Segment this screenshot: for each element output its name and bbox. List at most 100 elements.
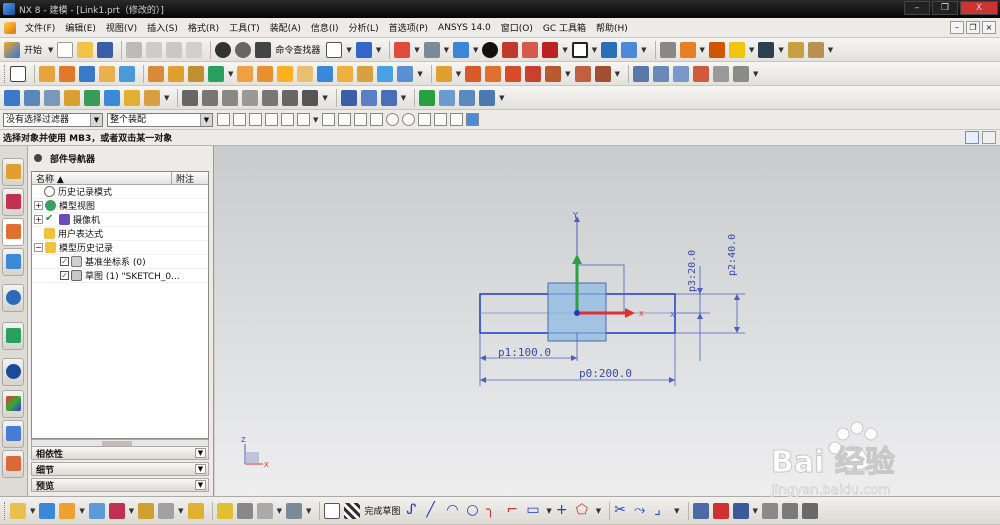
dimension-icon[interactable] [202, 89, 219, 106]
column-name[interactable]: 名称 ▲ [32, 172, 172, 185]
boss-icon[interactable] [168, 65, 184, 82]
redo-icon[interactable] [235, 41, 252, 58]
pmi-icon[interactable] [182, 89, 199, 106]
graphics-window[interactable]: Y X p3:20.0 p2:40.0 X p1:100.0 p0:200.0 … [215, 146, 1000, 496]
trim-body-icon[interactable] [435, 65, 452, 82]
make-corner-icon[interactable]: ⌟ [654, 503, 670, 519]
unite-icon[interactable] [397, 65, 414, 82]
move-component-icon[interactable] [84, 89, 100, 106]
mdi-close-button[interactable]: × [982, 21, 996, 34]
fixture-icon[interactable] [158, 502, 175, 519]
snap-bounded-icon[interactable] [466, 113, 480, 126]
offset-curve-icon[interactable] [692, 502, 709, 519]
general-select-icon[interactable] [233, 113, 246, 126]
pen-icon[interactable] [360, 89, 377, 106]
dependencies-panel[interactable]: 相依性 ▼ [31, 446, 209, 460]
paint-icon[interactable] [380, 89, 397, 106]
constraints-icon[interactable] [761, 502, 778, 519]
new-component-icon[interactable] [44, 89, 60, 106]
visibility-checkbox[interactable]: ✓ [60, 271, 69, 280]
chevron-down-icon[interactable]: ▼ [195, 464, 206, 474]
tree-row-model-views[interactable]: + 模型视图 [32, 199, 208, 213]
assembly-icon[interactable] [4, 89, 20, 106]
fillet-icon[interactable]: ╮ [486, 503, 502, 519]
snap-end-icon[interactable] [322, 113, 336, 126]
block-icon[interactable] [79, 65, 95, 82]
arrow-icon[interactable] [758, 41, 775, 58]
mold-icon[interactable] [340, 89, 357, 106]
pad-icon[interactable] [208, 65, 224, 82]
sew-icon[interactable] [545, 65, 562, 82]
assembly-load-icon[interactable] [10, 502, 26, 519]
pin-icon[interactable] [34, 154, 42, 162]
mirror-icon[interactable] [377, 65, 394, 82]
clip-icon[interactable] [542, 41, 559, 58]
swept-icon[interactable] [672, 65, 689, 82]
weld-bead-icon[interactable] [256, 502, 273, 519]
motion-icon[interactable] [459, 89, 476, 106]
polygon-icon[interactable]: ⬠ [576, 503, 592, 519]
wave-icon[interactable] [59, 502, 76, 519]
menu-help[interactable]: 帮助(H) [591, 21, 633, 34]
pocket-icon[interactable] [188, 65, 204, 82]
save-icon[interactable] [97, 41, 114, 58]
move-face-icon[interactable] [594, 65, 611, 82]
edge-blend-icon[interactable] [277, 65, 294, 82]
undo-icon[interactable] [215, 41, 232, 58]
circle-icon[interactable]: ○ [466, 503, 482, 519]
roles-tab[interactable] [2, 420, 24, 448]
drafting-icon[interactable] [807, 41, 824, 58]
quick-trim-icon[interactable]: ✂ [614, 503, 630, 519]
menu-analysis[interactable]: 分析(L) [344, 21, 384, 34]
clock-tab[interactable] [2, 358, 24, 386]
measure-icon[interactable] [708, 41, 725, 58]
surface-finish-icon[interactable] [262, 89, 279, 106]
visibility-checkbox[interactable]: ✓ [60, 257, 69, 266]
system-scene-tab[interactable] [2, 450, 24, 478]
reuse-library-tab[interactable] [2, 248, 24, 276]
snap-mid-icon[interactable] [338, 113, 352, 126]
slot-icon[interactable] [237, 65, 254, 82]
open-folder-icon[interactable] [77, 41, 94, 58]
show-constraints-icon[interactable] [801, 502, 818, 519]
constraint-navigator-tab[interactable] [2, 188, 24, 216]
menu-format[interactable]: 格式(R) [183, 21, 224, 34]
palette-tab[interactable] [2, 390, 24, 418]
box-section-icon[interactable] [522, 41, 539, 58]
assembly-navigator-tab[interactable] [2, 158, 24, 186]
menu-tools[interactable]: 工具(T) [224, 21, 265, 34]
split-body-icon[interactable] [465, 65, 482, 82]
tree-row-datum-csys[interactable]: ✓ 基准坐标系 (0) [32, 255, 208, 269]
document-icon[interactable] [4, 21, 16, 34]
point-icon[interactable]: + [556, 503, 572, 519]
maximize-button[interactable]: ❐ [932, 1, 958, 15]
menu-insert[interactable]: 插入(S) [142, 21, 183, 34]
draft-icon[interactable] [337, 65, 354, 82]
route-icon[interactable] [285, 502, 302, 519]
menu-file[interactable]: 文件(F) [20, 21, 60, 34]
start-icon[interactable] [4, 41, 20, 58]
add-component-icon[interactable] [24, 89, 40, 106]
scale-icon[interactable] [505, 65, 522, 82]
arc-icon[interactable]: ◠ [446, 503, 462, 519]
mdi-restore-button[interactable]: ❐ [966, 21, 980, 34]
through-curves-icon[interactable] [652, 65, 669, 82]
menu-view[interactable]: 视图(V) [101, 21, 142, 34]
web-browser-tab[interactable] [2, 284, 24, 312]
command-finder-button[interactable]: 命令查找器 [275, 43, 320, 56]
copy-icon[interactable] [146, 41, 163, 58]
box-red-icon[interactable] [502, 41, 519, 58]
command-finder-icon[interactable] [255, 41, 272, 58]
chevron-down-icon[interactable]: ▼ [195, 480, 206, 490]
snap-on-curve-icon[interactable] [434, 113, 448, 126]
quick-extend-icon[interactable]: ⤳ [634, 503, 650, 519]
snap-existing-icon[interactable] [418, 113, 432, 126]
tree-row-cameras[interactable]: + ✔ 摄像机 [32, 213, 208, 227]
feature-select-icon[interactable] [249, 113, 262, 126]
component-icon[interactable] [88, 502, 105, 519]
gdt-icon[interactable] [242, 89, 259, 106]
sequence-icon[interactable] [144, 89, 160, 106]
finish-sketch-button[interactable]: 完成草图 [364, 504, 400, 517]
rectangle-icon[interactable]: ▭ [526, 503, 542, 519]
cylinder-icon[interactable] [99, 65, 115, 82]
